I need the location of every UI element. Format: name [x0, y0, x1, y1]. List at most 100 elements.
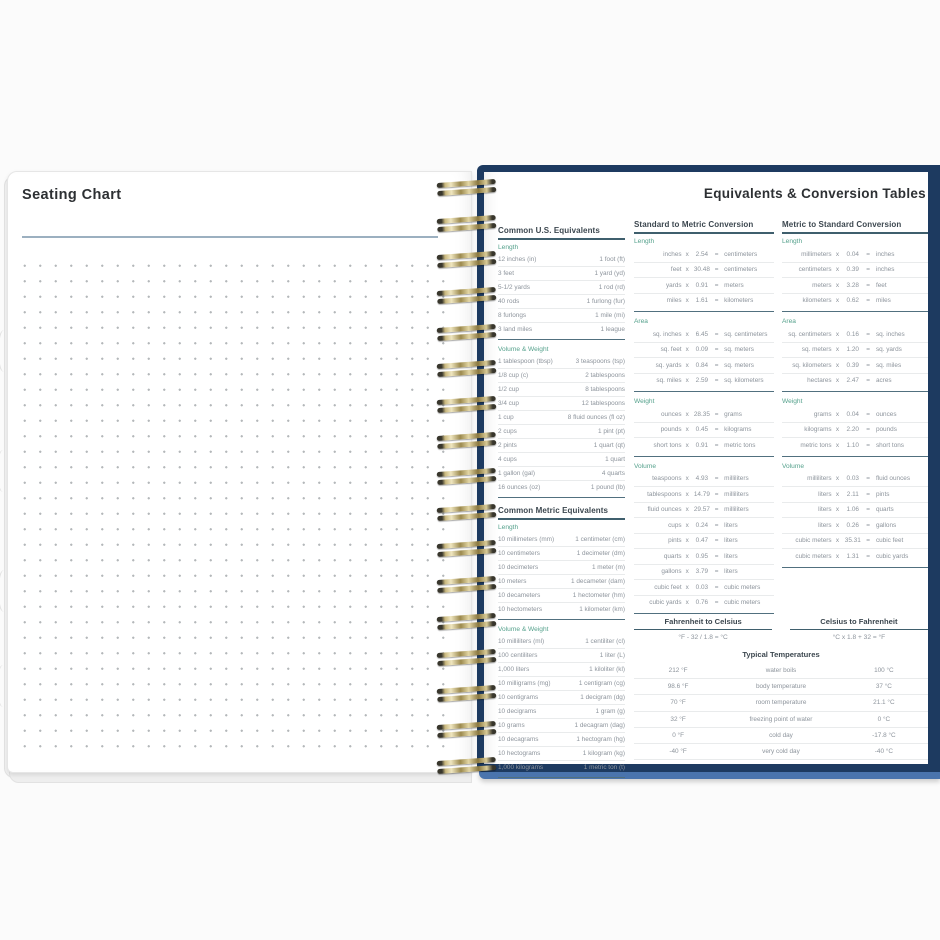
equivalent-row: 8 furlongs1 mile (mi) [498, 309, 625, 323]
conversion-row: meters x 3.28 = feet [782, 278, 928, 294]
conversion-row: metric tons x 1.10 = short tons [782, 438, 928, 453]
multiply-symbol: x [682, 331, 693, 338]
table-heading: Common U.S. Equivalents [498, 226, 625, 240]
equals-symbol: = [862, 491, 874, 498]
multiply-symbol: x [832, 266, 844, 273]
equals-symbol: = [711, 442, 722, 449]
us-equivalents-table: Common U.S. Equivalents Length 12 inches… [498, 226, 625, 783]
conversion-row: cubic feet x 0.03 = cubic meters [634, 580, 774, 596]
equals-symbol: = [862, 522, 874, 529]
equals-symbol: = [862, 537, 874, 544]
multiply-symbol: x [682, 522, 693, 529]
section-label: Volume & Weight [498, 345, 625, 355]
multiply-symbol: x [682, 506, 693, 513]
multiply-symbol: x [682, 251, 693, 258]
multiply-symbol: x [832, 475, 844, 482]
equals-symbol: = [862, 426, 874, 433]
section-weight: Weight ounces x 28.35 = grams pounds x 0… [634, 397, 774, 457]
equivalent-row: 10 hectometers1 kilometer (km) [498, 603, 625, 616]
equivalent-row: 10 grams1 decagram (dag) [498, 719, 625, 733]
multiply-symbol: x [682, 282, 693, 289]
section-label: Area [634, 317, 774, 327]
multiply-symbol: x [832, 297, 844, 304]
equivalent-row: 10 decagrams1 hectogram (hg) [498, 733, 625, 747]
conversion-row: short tons x 0.91 = metric tons [634, 438, 774, 453]
multiply-symbol: x [682, 491, 693, 498]
equals-symbol: = [711, 331, 722, 338]
conversion-row: kilograms x 2.20 = pounds [782, 423, 928, 439]
equals-symbol: = [711, 599, 722, 606]
spiral-coil [437, 576, 497, 593]
multiply-symbol: x [832, 411, 844, 418]
equals-symbol: = [711, 491, 722, 498]
page-title: Equivalents & Conversion Tables [704, 186, 926, 201]
multiply-symbol: x [832, 522, 844, 529]
equivalent-row: 10 decigrams1 gram (g) [498, 705, 625, 719]
equivalent-row: 40 rods1 furlong (fur) [498, 295, 625, 309]
fahrenheit-to-celsius: Fahrenheit to Celsius °F - 32 / 1.8 = °C [634, 617, 772, 641]
conversion-row: inches x 2.54 = centimeters [634, 247, 774, 263]
equals-symbol: = [711, 251, 722, 258]
equivalent-row: 10 hectograms1 kilogram (kg) [498, 747, 625, 761]
multiply-symbol: x [832, 506, 844, 513]
divider-rule [22, 236, 438, 238]
section-label: Length [634, 237, 774, 247]
conversion-row: milliliters x 0.03 = fluid ounces [782, 472, 928, 488]
temperature-row: 70 °F room temperature 21.1 °C [634, 695, 928, 711]
section-label: Volume [634, 462, 774, 472]
section-label: Weight [782, 397, 928, 407]
multiply-symbol: x [832, 331, 844, 338]
table-heading: Fahrenheit to Celsius [634, 617, 772, 630]
conversion-row: sq. kilometers x 0.39 = sq. miles [782, 358, 928, 374]
multiply-symbol: x [682, 266, 693, 273]
equivalent-row: 3/4 cup12 tablespoons [498, 397, 625, 411]
multiply-symbol: x [832, 537, 844, 544]
table-heading: Metric to Standard Conversion [782, 220, 928, 234]
multiply-symbol: x [832, 282, 844, 289]
multiply-symbol: x [682, 377, 693, 384]
conversion-row: millimeters x 0.04 = inches [782, 247, 928, 263]
section-length: Length inches x 2.54 = centimeters feet … [634, 237, 774, 312]
conversion-row: kilometers x 0.62 = miles [782, 294, 928, 309]
equivalent-row: 1/8 cup (c)2 tablespoons [498, 369, 625, 383]
spiral-coil [437, 287, 497, 304]
spiral-coil [437, 468, 497, 485]
right-page: Equivalents & Conversion Tables Common U… [484, 172, 928, 764]
multiply-symbol: x [682, 553, 693, 560]
equals-symbol: = [862, 331, 874, 338]
equals-symbol: = [862, 282, 874, 289]
spiral-coil [437, 215, 497, 232]
spiral-coil [437, 396, 497, 413]
equivalent-row: 10 decameters1 hectometer (hm) [498, 589, 625, 603]
left-page: Seating Chart [7, 171, 472, 773]
equals-symbol: = [862, 297, 874, 304]
multiply-symbol: x [832, 362, 844, 369]
spiral-coil [437, 179, 497, 196]
spiral-coil [437, 757, 497, 774]
equals-symbol: = [862, 411, 874, 418]
conversion-row: pints x 0.47 = liters [634, 534, 774, 550]
spiral-coil [437, 649, 497, 666]
equals-symbol: = [862, 442, 874, 449]
equivalent-row: 1/2 cup8 tablespoons [498, 383, 625, 397]
section-volume-weight: Volume & Weight 10 milliliters (ml)1 cen… [498, 625, 625, 778]
conversion-row: centimeters x 0.39 = inches [782, 263, 928, 279]
equals-symbol: = [862, 251, 874, 258]
equals-symbol: = [711, 506, 722, 513]
section-area: Area sq. centimeters x 0.16 = sq. inches… [782, 317, 928, 392]
equivalent-row: 1,000 kilograms1 metric ton (t) [498, 761, 625, 774]
equals-symbol: = [711, 411, 722, 418]
table-heading: Celsius to Fahrenheit [790, 617, 928, 630]
equivalent-row: 16 ounces (oz)1 pound (lb) [498, 481, 625, 494]
equals-symbol: = [711, 475, 722, 482]
section-length: Length 12 inches (in)1 foot (ft) 3 feet1… [498, 243, 625, 340]
temperature-row: 98.6 °F body temperature 37 °C [634, 679, 928, 695]
conversion-formula: °C x 1.8 + 32 = °F [790, 634, 928, 641]
equals-symbol: = [862, 346, 874, 353]
multiply-symbol: x [682, 426, 693, 433]
section-length: Length millimeters x 0.04 = inches centi… [782, 237, 928, 312]
equals-symbol: = [862, 553, 874, 560]
section-volume: Volume milliliters x 0.03 = fluid ounces… [782, 462, 928, 568]
multiply-symbol: x [832, 553, 844, 560]
equivalent-row: 10 decimeters1 meter (m) [498, 561, 625, 575]
